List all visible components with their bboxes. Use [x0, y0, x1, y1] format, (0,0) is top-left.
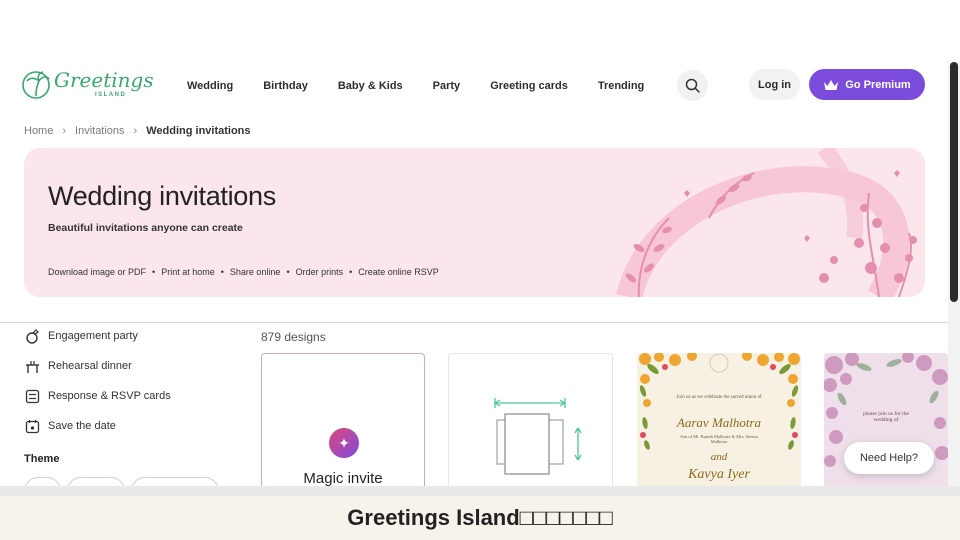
- feature-separator: •: [152, 267, 156, 277]
- bottom-strip: [0, 486, 960, 496]
- hero-banner: Wedding invitations Beautiful invitation…: [24, 148, 925, 297]
- invite-and-text: and: [710, 451, 728, 463]
- section-divider: [0, 322, 948, 323]
- hero-feature-list: Download image or PDF • Print at home • …: [48, 267, 439, 277]
- invite-intro-text: Join us as we celebrate the sacred union…: [676, 395, 762, 400]
- greetings-island-logo[interactable]: Greetings ISLAND: [22, 68, 154, 102]
- sidebar-item-response-rsvp-cards[interactable]: Response & RSVP cards: [24, 388, 171, 404]
- search-button[interactable]: [677, 70, 708, 101]
- filter-sidebar: Engagement party Rehearsal dinner Respon…: [24, 324, 224, 494]
- login-button[interactable]: Log in: [749, 69, 800, 100]
- site-header: Greetings ISLAND Wedding Birthday Baby &…: [0, 62, 948, 108]
- nav-birthday[interactable]: Birthday: [263, 80, 308, 92]
- ring-icon: [24, 328, 40, 344]
- go-premium-label: Go Premium: [845, 78, 911, 91]
- calendar-icon: [24, 418, 40, 434]
- feature-download: Download image or PDF: [48, 267, 147, 277]
- invite-groom-name: Aarav Malhotra: [676, 415, 762, 430]
- invite-intro-text: please join us for the wedding of: [863, 411, 909, 423]
- feature-separator: •: [220, 267, 224, 277]
- hero-subtitle: Beautiful invitations anyone can create: [48, 222, 243, 234]
- nav-greeting-cards[interactable]: Greeting cards: [490, 80, 568, 92]
- need-help-button[interactable]: Need Help?: [844, 442, 934, 474]
- resize-card-icon: [494, 398, 582, 475]
- magic-invite-label: Magic invite: [303, 470, 383, 487]
- nav-wedding[interactable]: Wedding: [187, 80, 233, 92]
- feature-order-prints: Order prints: [295, 267, 344, 277]
- logo-subtext: ISLAND: [95, 92, 127, 98]
- breadcrumb-invitations[interactable]: Invitations: [75, 125, 125, 137]
- nav-baby-kids[interactable]: Baby & Kids: [338, 80, 403, 92]
- invite-groom-parents: Son of Mr. Rajesh Malhotra & Mrs. Seema …: [680, 434, 758, 444]
- template-card-aarav-kavya[interactable]: Join us as we celebrate the sacred union…: [637, 353, 801, 493]
- feature-rsvp: Create online RSVP: [358, 267, 439, 277]
- sparkle-icon: ✦: [329, 428, 359, 458]
- invite-bride-name: Kavya Iyer: [688, 467, 750, 482]
- page-title: Wedding invitations: [48, 181, 276, 211]
- logo-text: Greetings: [54, 68, 154, 92]
- design-count: 879 designs: [261, 330, 326, 344]
- feature-separator: •: [349, 267, 353, 277]
- custom-size-card[interactable]: [448, 353, 613, 493]
- floral-ribbon-illustration: [616, 148, 917, 297]
- sidebar-item-label: Rehearsal dinner: [48, 360, 132, 372]
- breadcrumb-home[interactable]: Home: [24, 125, 53, 137]
- sidebar-item-engagement-party[interactable]: Engagement party: [24, 328, 138, 344]
- caption-bar: Greetings Island□□□□□□□: [0, 496, 960, 540]
- sidebar-item-label: Engagement party: [48, 330, 138, 342]
- go-premium-button[interactable]: Go Premium: [809, 69, 925, 100]
- crown-icon: [824, 79, 839, 90]
- page: Greetings ISLAND Wedding Birthday Baby &…: [0, 0, 960, 540]
- chevron-right-icon: ›: [133, 125, 138, 137]
- feature-separator: •: [286, 267, 290, 277]
- breadcrumb-current: Wedding invitations: [146, 125, 251, 137]
- main-nav: Wedding Birthday Baby & Kids Party Greet…: [187, 80, 674, 92]
- scrollbar-thumb[interactable]: [950, 62, 958, 302]
- nav-party[interactable]: Party: [433, 80, 461, 92]
- breadcrumb: Home › Invitations › Wedding invitations: [24, 125, 251, 137]
- table-icon: [24, 358, 40, 374]
- rsvp-card-icon: [24, 388, 40, 404]
- nav-trending[interactable]: Trending: [598, 80, 644, 92]
- theme-heading: Theme: [24, 453, 60, 465]
- search-icon: [685, 78, 700, 93]
- feature-print: Print at home: [161, 267, 215, 277]
- feature-share: Share online: [229, 267, 281, 277]
- sidebar-item-label: Response & RSVP cards: [48, 390, 171, 402]
- sidebar-item-label: Save the date: [48, 420, 116, 432]
- magic-invite-card[interactable]: ✦ Magic invite: [261, 353, 425, 493]
- sidebar-item-save-the-date[interactable]: Save the date: [24, 418, 116, 434]
- chevron-right-icon: ›: [62, 125, 67, 137]
- sidebar-item-rehearsal-dinner[interactable]: Rehearsal dinner: [24, 358, 132, 374]
